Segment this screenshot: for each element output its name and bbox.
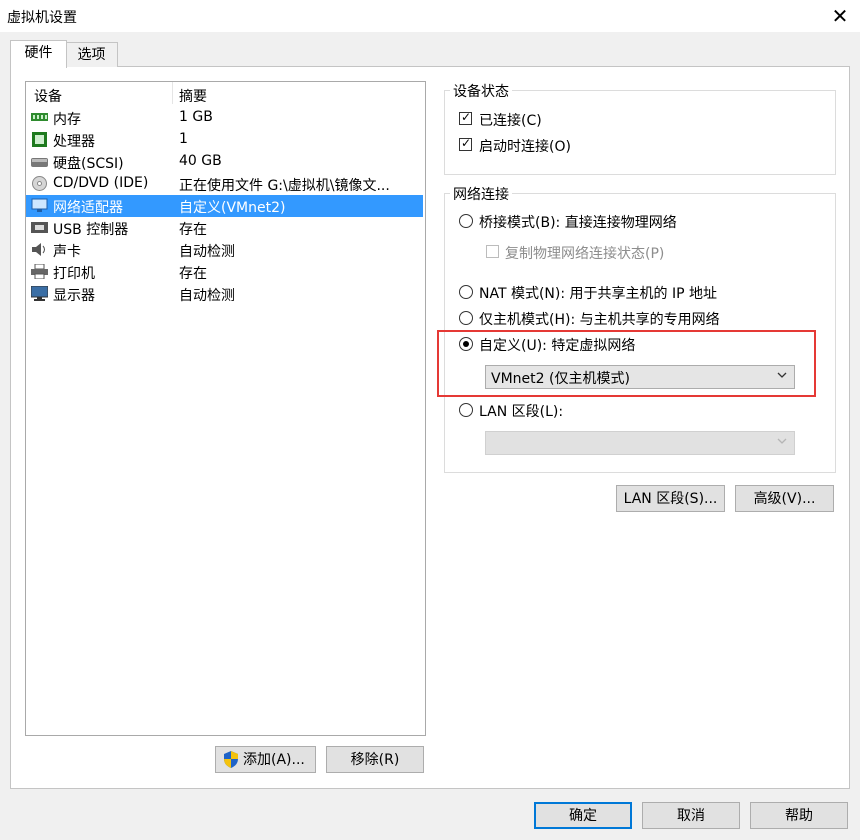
device-name: USB 控制器 — [53, 222, 129, 238]
device-name: 打印机 — [53, 266, 95, 282]
replicate-state-checkbox[interactable] — [486, 245, 499, 258]
device-summary: 40 GB — [179, 153, 222, 169]
add-button[interactable]: 添加(A)... — [215, 746, 316, 773]
device-name: 处理器 — [53, 134, 95, 150]
list-item[interactable]: 硬盘(SCSI) 40 GB — [26, 151, 423, 173]
shield-icon — [224, 751, 238, 768]
device-summary: 1 — [179, 131, 188, 147]
chevron-down-icon — [777, 438, 787, 444]
network-adapter-icon — [31, 198, 48, 213]
close-icon: ✕ — [831, 4, 849, 28]
device-list[interactable]: 设备 摘要 内存 1 GB 处理器 1 硬盘(SCSI) 40 GB CD/DV… — [25, 81, 426, 736]
device-status-title: 设备状态 — [450, 81, 512, 101]
device-summary: 存在 — [179, 222, 207, 238]
device-name: 内存 — [53, 112, 81, 128]
highlight-box — [437, 330, 816, 397]
host-only-label[interactable]: 仅主机模式(H): 与主机共享的专用网络 — [479, 309, 720, 329]
remove-button[interactable]: 移除(R) — [326, 746, 424, 773]
title-bar — [0, 0, 860, 32]
replicate-state-label[interactable]: 复制物理网络连接状态(P) — [505, 243, 664, 263]
device-summary: 正在使用文件 G:\虚拟机\镜像文... — [179, 178, 390, 194]
display-icon — [30, 285, 49, 301]
bridged-radio[interactable] — [459, 214, 473, 228]
list-item[interactable]: 内存 1 GB — [26, 107, 423, 129]
device-summary: 自动检测 — [179, 244, 235, 260]
add-button-label: 添加(A)... — [243, 752, 305, 768]
device-summary: 存在 — [179, 266, 207, 282]
list-item[interactable]: 处理器 1 — [26, 129, 423, 151]
device-name: CD/DVD (IDE) — [53, 175, 149, 191]
window-title: 虚拟机设置 — [7, 10, 77, 26]
ok-button[interactable]: 确定 — [534, 802, 632, 829]
device-name: 显示器 — [53, 288, 95, 304]
cancel-button[interactable]: 取消 — [642, 802, 740, 829]
help-button[interactable]: 帮助 — [750, 802, 848, 829]
column-header-device[interactable]: 设备 — [34, 86, 62, 106]
check-icon: ✓ — [461, 136, 472, 150]
device-summary: 自动检测 — [179, 288, 235, 304]
connect-at-power-on-checkbox[interactable]: ✓ — [459, 136, 472, 151]
memory-icon — [31, 110, 48, 125]
hard-disk-icon — [31, 154, 48, 169]
device-status-group — [444, 90, 836, 175]
tab-hardware[interactable]: 硬件 — [10, 40, 67, 68]
device-name: 硬盘(SCSI) — [53, 156, 124, 172]
list-item[interactable]: 声卡 自动检测 — [26, 239, 423, 261]
sound-card-icon — [31, 242, 48, 257]
column-header-summary[interactable]: 摘要 — [179, 86, 207, 106]
tab-options[interactable]: 选项 — [65, 42, 118, 67]
device-summary: 1 GB — [179, 109, 213, 125]
printer-icon — [31, 263, 48, 280]
check-icon: ✓ — [461, 110, 472, 124]
list-item[interactable]: 显示器 自动检测 — [26, 283, 423, 305]
host-only-radio[interactable] — [459, 311, 473, 325]
connected-label[interactable]: 已连接(C) — [479, 110, 542, 130]
lan-segments-button[interactable]: LAN 区段(S)... — [616, 485, 725, 512]
network-connection-title: 网络连接 — [450, 184, 512, 204]
list-item[interactable]: CD/DVD (IDE) 正在使用文件 G:\虚拟机\镜像文... — [26, 173, 423, 195]
advanced-button[interactable]: 高级(V)... — [735, 485, 834, 512]
processor-icon — [31, 132, 48, 147]
cd-dvd-icon — [31, 176, 48, 191]
lan-segment-select[interactable] — [485, 431, 795, 455]
nat-label[interactable]: NAT 模式(N): 用于共享主机的 IP 地址 — [479, 283, 717, 303]
list-item[interactable]: 打印机 存在 — [26, 261, 423, 283]
nat-radio[interactable] — [459, 285, 473, 299]
bridged-label[interactable]: 桥接模式(B): 直接连接物理网络 — [479, 212, 677, 232]
connect-at-power-on-label[interactable]: 启动时连接(O) — [479, 136, 571, 156]
lan-segment-label[interactable]: LAN 区段(L): — [479, 401, 563, 421]
lan-segment-radio[interactable] — [459, 403, 473, 417]
device-summary: 自定义(VMnet2) — [179, 200, 286, 216]
list-item-selected[interactable]: 网络适配器 自定义(VMnet2) — [26, 195, 423, 217]
device-name: 网络适配器 — [53, 200, 123, 216]
device-name: 声卡 — [53, 244, 81, 260]
close-button[interactable]: ✕ — [826, 2, 854, 30]
list-item[interactable]: USB 控制器 存在 — [26, 217, 423, 239]
usb-icon — [31, 220, 48, 235]
connected-checkbox[interactable]: ✓ — [459, 110, 472, 125]
